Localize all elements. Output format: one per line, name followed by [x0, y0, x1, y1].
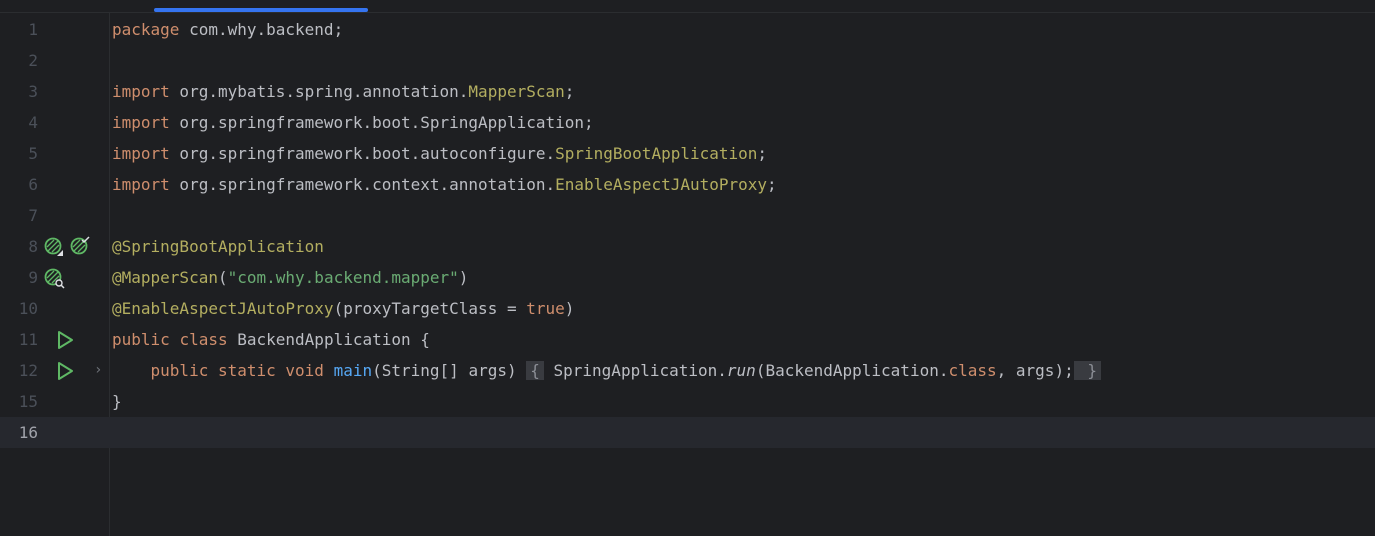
- active-tab-indicator[interactable]: [154, 8, 368, 12]
- code-token: , args);: [996, 361, 1074, 380]
- code-line[interactable]: 5 import org.springframework.boot.autocon…: [0, 138, 1375, 169]
- code-line[interactable]: 15}: [0, 386, 1375, 417]
- code-token: import: [112, 113, 170, 132]
- code-token: ;: [757, 144, 768, 163]
- code-line[interactable]: 2: [0, 45, 1375, 76]
- code-line[interactable]: 6 import org.springframework.context.anno…: [0, 169, 1375, 200]
- code-token: ;: [767, 175, 777, 194]
- line-number[interactable]: 15: [0, 386, 38, 417]
- code-token: ): [564, 299, 575, 318]
- code-token: SpringApplication.: [543, 361, 727, 380]
- code-text[interactable]: package com.why.backend;: [112, 14, 343, 45]
- code-token: org.springframework.boot.SpringApplicati…: [169, 113, 594, 132]
- editor-tab-bar: [0, 0, 1375, 13]
- code-line[interactable]: 10 @EnableAspectJAutoProxy(proxyTargetCla…: [0, 293, 1375, 324]
- code-token: org.mybatis.spring.annotation.: [169, 82, 469, 101]
- code-token: @MapperScan: [112, 268, 218, 287]
- code-token: @SpringBootApplication: [112, 237, 324, 256]
- line-number[interactable]: 4: [0, 107, 38, 138]
- code-token: ): [458, 268, 469, 287]
- code-token: EnableAspectJAutoProxy: [555, 175, 768, 194]
- code-token: void: [285, 361, 324, 380]
- line-number[interactable]: 2: [0, 45, 38, 76]
- code-token: main: [333, 361, 373, 380]
- code-editor[interactable]: 1 package com.why.backend; 2 3 import org.my…: [0, 14, 1375, 448]
- code-token: public: [112, 330, 170, 349]
- code-line[interactable]: 16: [0, 417, 1375, 448]
- line-number[interactable]: 6: [0, 169, 38, 200]
- code-token: (String[] args): [372, 361, 527, 380]
- code-token: MapperScan: [468, 82, 565, 101]
- code-token: }: [1073, 361, 1101, 380]
- code-token: (BackendApplication.: [755, 361, 949, 380]
- code-token: SpringBootApplication: [555, 144, 758, 163]
- code-token: ;: [564, 82, 575, 101]
- code-token: BackendApplication {: [227, 330, 430, 349]
- code-text[interactable]: public static void main(String[] args) {…: [112, 355, 1101, 386]
- code-token: run: [726, 361, 756, 380]
- code-token: (: [217, 268, 228, 287]
- code-token: "com.why.backend.mapper": [227, 268, 459, 287]
- code-text[interactable]: public class BackendApplication {: [112, 324, 430, 355]
- fold-chevron-icon[interactable]: ›: [94, 355, 102, 386]
- code-text[interactable]: import org.springframework.boot.SpringAp…: [112, 107, 594, 138]
- bean-icon[interactable]: [43, 236, 65, 258]
- line-number[interactable]: 12: [0, 355, 38, 386]
- line-number[interactable]: 16: [0, 417, 38, 448]
- code-token: import: [112, 175, 170, 194]
- line-number[interactable]: 3: [0, 76, 38, 107]
- code-token: public: [150, 361, 209, 380]
- code-text[interactable]: @EnableAspectJAutoProxy(proxyTargetClass…: [112, 293, 574, 324]
- line-number[interactable]: 9: [0, 262, 38, 293]
- code-token: @EnableAspectJAutoProxy: [112, 299, 334, 318]
- code-token: static: [217, 361, 276, 380]
- code-token: class: [179, 330, 228, 349]
- line-number[interactable]: 7: [0, 200, 38, 231]
- code-line[interactable]: 4 import org.springframework.boot.SpringA…: [0, 107, 1375, 138]
- code-token: org.springframework.context.annotation.: [169, 175, 556, 194]
- run-icon[interactable]: [54, 329, 76, 351]
- code-token: (proxyTargetClass =: [333, 299, 527, 318]
- bean-search-icon[interactable]: [43, 267, 65, 289]
- line-number[interactable]: 5: [0, 138, 38, 169]
- line-number[interactable]: 11: [0, 324, 38, 355]
- code-line[interactable]: 7: [0, 200, 1375, 231]
- code-text[interactable]: import org.mybatis.spring.annotation.Map…: [112, 76, 574, 107]
- code-token: }: [112, 392, 122, 411]
- code-line[interactable]: 9 @MapperScan("com.why.backend.mapper"): [0, 262, 1375, 293]
- code-text[interactable]: import org.springframework.boot.autoconf…: [112, 138, 767, 169]
- autowire-check-icon[interactable]: [69, 236, 91, 258]
- code-line[interactable]: 3 import org.mybatis.spring.annotation.Ma…: [0, 76, 1375, 107]
- code-token: import: [112, 144, 170, 163]
- code-token: class: [948, 361, 997, 380]
- code-text[interactable]: @MapperScan("com.why.backend.mapper"): [112, 262, 468, 293]
- code-line[interactable]: 8 @SpringBootApplication: [0, 231, 1375, 262]
- code-token: org.springframework.boot.autoconfigure.: [169, 144, 556, 163]
- code-token: com.why.backend;: [179, 20, 344, 39]
- code-token: package: [112, 20, 180, 39]
- code-token: true: [526, 299, 565, 318]
- line-number[interactable]: 10: [0, 293, 38, 324]
- code-text[interactable]: @SpringBootApplication: [112, 231, 324, 262]
- line-number[interactable]: 8: [0, 231, 38, 262]
- code-text[interactable]: }: [112, 386, 122, 417]
- code-token: import: [112, 82, 170, 101]
- code-token: {: [526, 361, 544, 380]
- code-text[interactable]: import org.springframework.context.annot…: [112, 169, 777, 200]
- code-line[interactable]: 11 public class BackendApplication {: [0, 324, 1375, 355]
- code-line[interactable]: 12 › public static void main(String[] arg…: [0, 355, 1375, 386]
- code-line[interactable]: 1 package com.why.backend;: [0, 14, 1375, 45]
- line-number[interactable]: 1: [0, 14, 38, 45]
- run-icon[interactable]: [54, 360, 76, 382]
